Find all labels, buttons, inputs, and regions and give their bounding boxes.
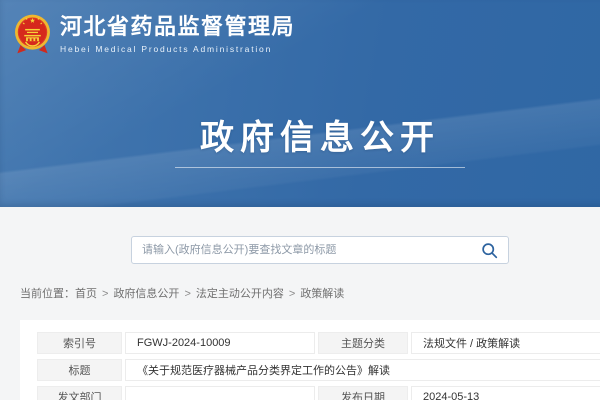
document-meta-table: 索引号 FGWJ-2024-10009 主题分类 法规文件 / 政策解读 标题 … [34,327,600,400]
search-icon [481,242,498,259]
org-name-cn: 河北省药品监督管理局 [60,14,295,39]
field-value-index-no: FGWJ-2024-10009 [125,332,315,354]
search-input[interactable] [132,237,470,263]
search-box [131,236,509,264]
title-underline [175,167,465,168]
org-name-en: Hebei Medical Products Administration [60,44,295,54]
breadcrumb-separator: > [102,288,108,300]
breadcrumb: 当前位置：首页 > 政府信息公开 > 法定主动公开内容 > 政策解读 [20,285,600,301]
field-value-issuing-department [125,386,315,400]
breadcrumb-statutory-disclosure[interactable]: 法定主动公开内容 [196,288,284,300]
breadcrumb-prefix: 当前位置： [20,288,75,300]
site-logo[interactable]: 河北省药品监督管理局 Hebei Medical Products Admini… [14,11,295,57]
china-national-emblem-icon [14,11,51,57]
page-title: 政府信息公开 [0,110,600,159]
field-label-index-no: 索引号 [37,332,122,354]
table-row: 发文部门 发布日期 2024-05-13 [37,386,600,400]
field-label-issuing-department: 发文部门 [37,386,122,400]
breadcrumb-gov-info[interactable]: 政府信息公开 [113,288,179,300]
field-label-publish-date: 发布日期 [318,386,408,400]
breadcrumb-home[interactable]: 首页 [75,288,97,300]
field-value-topic-category: 法规文件 / 政策解读 [411,332,600,354]
breadcrumb-separator: > [184,288,190,300]
field-label-topic-category: 主题分类 [318,332,408,354]
breadcrumb-separator: > [289,288,295,300]
table-row: 索引号 FGWJ-2024-10009 主题分类 法规文件 / 政策解读 [37,332,600,354]
search-area [131,236,509,264]
content-panel: 索引号 FGWJ-2024-10009 主题分类 法规文件 / 政策解读 标题 … [20,320,600,400]
table-row: 标题 《关于规范医疗器械产品分类界定工作的公告》解读 [37,359,600,381]
field-value-title: 《关于规范医疗器械产品分类界定工作的公告》解读 [125,359,600,381]
page: 河北省药品监督管理局 Hebei Medical Products Admini… [0,0,600,400]
site-banner: 河北省药品监督管理局 Hebei Medical Products Admini… [0,0,600,207]
org-name-block: 河北省药品监督管理局 Hebei Medical Products Admini… [60,14,295,53]
field-label-title: 标题 [37,359,122,381]
breadcrumb-current-policy-interpretation: 政策解读 [300,288,344,300]
field-value-publish-date: 2024-05-13 [411,386,600,400]
search-button[interactable] [470,237,508,263]
